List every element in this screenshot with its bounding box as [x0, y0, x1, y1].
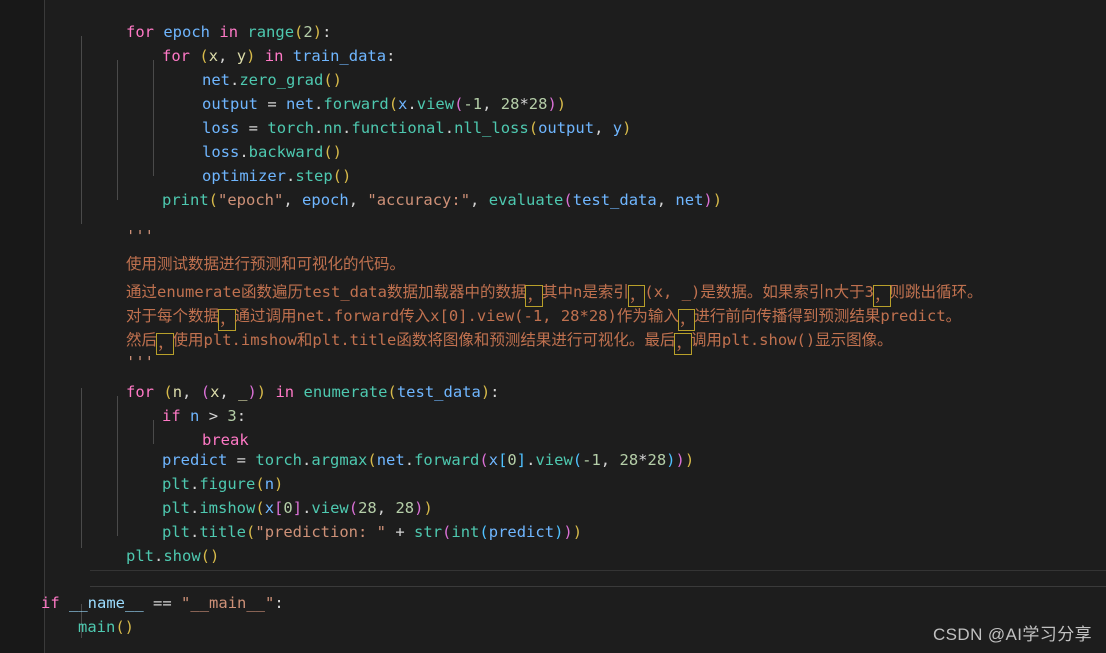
code-line-optimizer-step[interactable]: optimizer.step()	[202, 164, 351, 188]
doc-text-seg: (x, _)是数据。如果索引n大于3	[644, 283, 875, 301]
code-line-loss[interactable]: loss = torch.nn.functional.nll_loss(outp…	[202, 116, 631, 140]
doc-chinese-line-1[interactable]: 使用测试数据进行预测和可视化的代码。	[126, 252, 405, 276]
doc-text-seg: 通过enumerate函数遍历test_data数据加载器中的数据	[126, 283, 527, 301]
indent-guide	[153, 60, 154, 176]
code-line-for-epoch[interactable]: for epoch in range(2):	[126, 20, 331, 44]
fullwidth-comma-highlight[interactable]: ，	[156, 333, 174, 355]
code-line-if-n[interactable]: if n > 3:	[162, 404, 246, 428]
code-line-docstring-close[interactable]: '''	[126, 350, 154, 374]
code-line-if-main[interactable]: if __name__ == "__main__":	[41, 591, 284, 615]
doc-text-seg: 则跳出循环。	[889, 283, 983, 301]
doc-text-seg: 其中n是索引	[542, 283, 629, 301]
block-separator	[90, 586, 1106, 587]
indent-guide	[153, 420, 154, 444]
doc-text-seg: 使用plt.imshow和plt.title函数将图像和预测结果进行可视化。最后	[172, 331, 676, 349]
code-line-docstring-open[interactable]: '''	[126, 0, 154, 10]
doc-text: 使用测试数据进行预测和可视化的代码。	[126, 255, 406, 273]
editor-gutter	[0, 0, 44, 653]
doc-text-seg: 然后	[126, 331, 158, 349]
code-line-for-xy[interactable]: for (x, y) in train_data:	[162, 44, 395, 68]
doc-chinese-line-2[interactable]: 通过enumerate函数遍历test_data数据加载器中的数据，其中n是索引…	[126, 280, 983, 307]
code-line-backward[interactable]: loss.backward()	[202, 140, 342, 164]
block-separator-top	[90, 570, 1106, 571]
code-line-docstring-open-2[interactable]: '''	[126, 224, 154, 248]
doc-text-seg: 对于每个数据	[126, 307, 220, 325]
doc-chinese-line-4[interactable]: 然后，使用plt.imshow和plt.title函数将图像和预测结果进行可视化…	[126, 328, 893, 355]
csdn-watermark: CSDN @AI学习分享	[932, 625, 1092, 644]
indent-guide	[81, 36, 82, 224]
code-line-plt-show[interactable]: plt.show()	[126, 544, 219, 568]
code-line-plt-title[interactable]: plt.title("prediction: " + str(int(predi…	[162, 520, 582, 544]
code-line-print[interactable]: print("epoch", epoch, "accuracy:", evalu…	[162, 188, 722, 212]
doc-text-seg: 通过调用net.forward传入x[0].view(-1, 28*28)作为输…	[234, 307, 679, 325]
doc-text-seg: 进行前向传播得到预测结果predict。	[694, 307, 962, 325]
code-surface[interactable]: ''' for epoch in range(2): for (x, y) in…	[41, 0, 1106, 653]
code-line-plt-figure[interactable]: plt.figure(n)	[162, 472, 283, 496]
code-line-predict[interactable]: predict = torch.argmax(net.forward(x[0].…	[162, 448, 694, 472]
fullwidth-comma-highlight[interactable]: ，	[674, 333, 692, 355]
doc-text-seg: 调用plt.show()显示图像。	[690, 331, 893, 349]
doc-chinese-line-3[interactable]: 对于每个数据，通过调用net.forward传入x[0].view(-1, 28…	[126, 304, 962, 331]
code-line-main-call[interactable]: main()	[78, 615, 134, 639]
indent-guide	[81, 388, 82, 548]
code-line-for-enumerate[interactable]: for (n, (x, _)) in enumerate(test_data):	[126, 380, 500, 404]
code-line-zero-grad[interactable]: net.zero_grad()	[202, 68, 342, 92]
code-line-output[interactable]: output = net.forward(x.view(-1, 28*28))	[202, 92, 566, 116]
indent-guide	[117, 396, 118, 536]
code-line-plt-imshow[interactable]: plt.imshow(x[0].view(28, 28))	[162, 496, 433, 520]
code-editor-view: ''' for epoch in range(2): for (x, y) in…	[0, 0, 1106, 653]
indent-guide	[117, 60, 118, 200]
